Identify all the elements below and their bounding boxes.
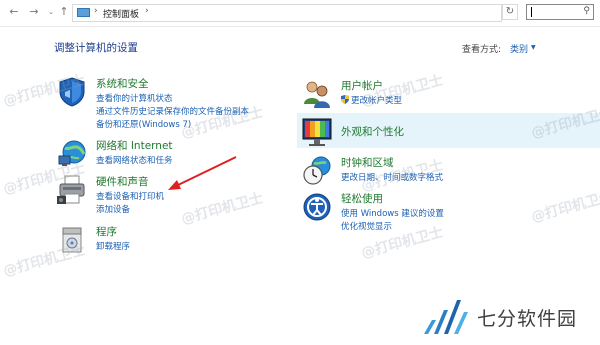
brand-bars-icon <box>424 300 468 334</box>
brand-name: 七分软件园 <box>477 308 578 330</box>
brand-logo: 七分软件园 <box>410 290 600 345</box>
